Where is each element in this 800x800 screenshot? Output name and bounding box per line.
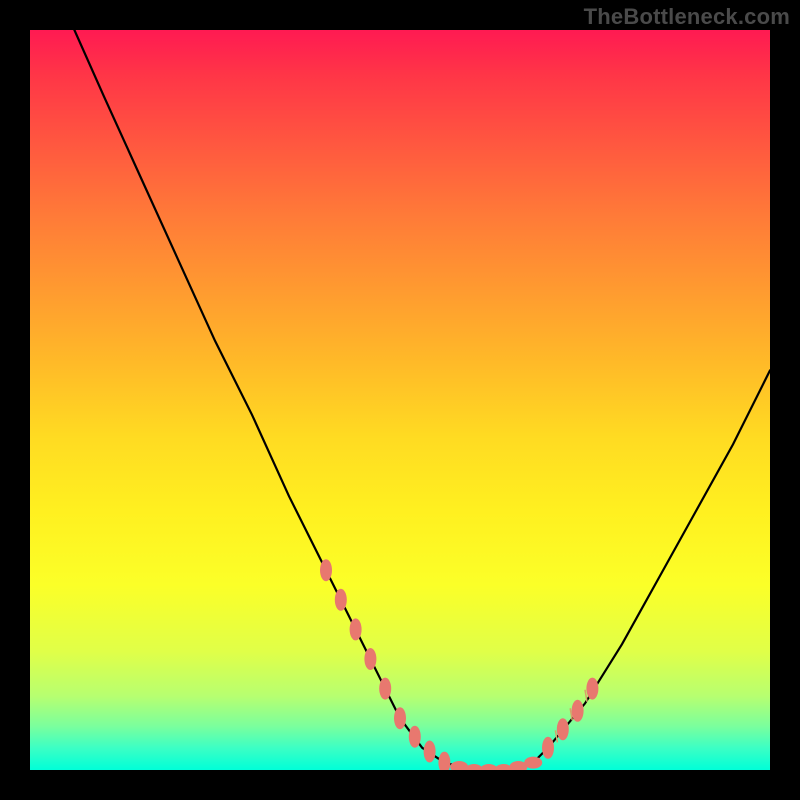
bottleneck-curve-path	[74, 30, 770, 770]
highlight-marker	[424, 741, 436, 763]
highlight-markers-right	[542, 678, 598, 759]
highlight-marker	[379, 678, 391, 700]
highlight-marker	[524, 757, 542, 769]
bottleneck-chart	[30, 30, 770, 770]
highlight-marker	[542, 737, 554, 759]
highlight-marker	[350, 618, 362, 640]
highlight-marker	[335, 589, 347, 611]
highlight-marker	[438, 752, 450, 770]
highlight-marker	[364, 648, 376, 670]
highlight-marker	[557, 718, 569, 740]
highlight-marker	[572, 700, 584, 722]
highlight-markers-bottom	[450, 757, 542, 770]
highlight-marker	[394, 707, 406, 729]
highlight-marker	[409, 726, 421, 748]
watermark-text: TheBottleneck.com	[584, 4, 790, 30]
highlight-markers-left	[320, 559, 450, 770]
highlight-marker	[586, 678, 598, 700]
plot-area	[30, 30, 770, 770]
chart-frame: TheBottleneck.com	[0, 0, 800, 800]
highlight-marker	[320, 559, 332, 581]
